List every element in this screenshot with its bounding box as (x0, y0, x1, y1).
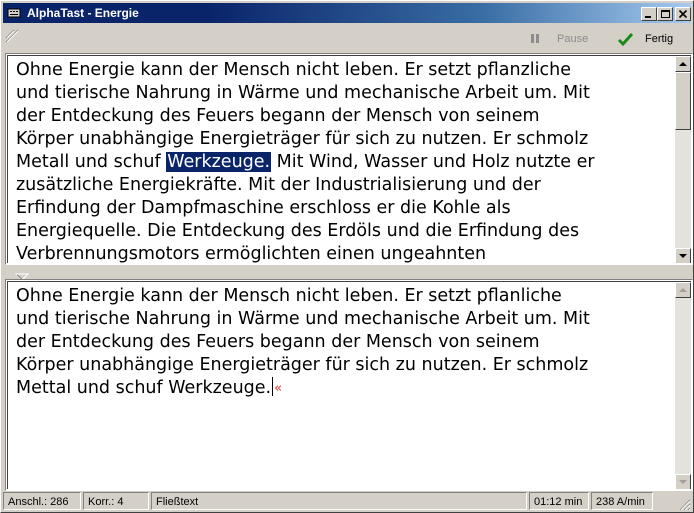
typed-line: und tierische Nahrung in Wärme und mecha… (16, 309, 590, 329)
text-cursor (272, 377, 274, 396)
elapsed-time: 01:12 min (529, 492, 589, 510)
vertical-scrollbar[interactable] (675, 56, 691, 263)
text-mode: Fließtext (151, 492, 527, 510)
checkmark-icon (617, 32, 635, 51)
typed-text: Ohne Energie kann der Mensch nicht leben… (16, 285, 676, 400)
pause-label: Pause (557, 33, 589, 45)
toolbar: Pause Fertig (3, 25, 691, 53)
resize-grip-icon[interactable] (677, 497, 691, 511)
maximize-button[interactable] (657, 7, 673, 21)
pane-splitter[interactable] (5, 265, 691, 281)
strokes-count: Anschl.: 286 (3, 492, 81, 510)
app-window: AlphaTast - Energie Pause Fertig Ohne En… (0, 0, 694, 513)
status-bar: Anschl.: 286 Korr.: 4 Fließtext 01:12 mi… (3, 491, 691, 511)
toolbar-grip-icon (5, 29, 19, 43)
pause-icon (529, 32, 541, 49)
scroll-down-button[interactable] (675, 248, 691, 263)
close-button[interactable] (675, 7, 691, 21)
reference-text-pane[interactable]: Ohne Energie kann der Mensch nicht leben… (5, 53, 693, 265)
scroll-down-button (675, 474, 691, 489)
text-line: Metall und schuf Werkzeuge. Mit Wind, Wa… (16, 152, 595, 172)
text-line: Ohne Energie kann der Mensch nicht leben… (16, 60, 571, 80)
vertical-scrollbar-disabled (675, 282, 691, 489)
text-line: Erfindung der Dampfmaschine erschloss er… (16, 198, 511, 218)
typed-line: der Entdeckung des Feuers begann der Men… (16, 332, 540, 352)
reference-text: Ohne Energie kann der Mensch nicht leben… (16, 59, 676, 263)
scroll-up-button (675, 282, 691, 298)
typing-input-pane[interactable]: Ohne Energie kann der Mensch nicht leben… (5, 279, 693, 491)
text-line: und tierische Nahrung in Wärme und mecha… (16, 83, 590, 103)
scrollbar-thumb[interactable] (675, 72, 691, 130)
window-title: AlphaTast - Energie (27, 6, 139, 20)
error-marker: « (274, 381, 283, 396)
typed-line-current: Mettal und schuf Werkzeuge. « (16, 377, 283, 398)
scroll-up-button[interactable] (675, 56, 691, 72)
typed-line: Ohne Energie kann der Mensch nicht leben… (16, 286, 562, 306)
text-line: der Entdeckung des Feuers begann der Men… (16, 106, 540, 126)
text-line: zusätzliche Energiekräfte. Mit der Indus… (16, 175, 541, 195)
typing-speed: 238 A/min (591, 492, 653, 510)
corrections-count: Korr.: 4 (83, 492, 149, 510)
title-bar[interactable]: AlphaTast - Energie (3, 3, 691, 23)
text-line: Verbrennungsmotors ermöglichten einen un… (16, 244, 487, 263)
text-line: Körper unabhängige Energieträger für sic… (16, 129, 589, 149)
text-line: Energiequelle. Die Entdeckung des Erdöls… (16, 221, 580, 241)
current-word-highlight: Werkzeuge. (166, 152, 272, 172)
keyboard-icon (7, 6, 21, 19)
typed-line: Körper unabhängige Energieträger für sic… (16, 355, 589, 375)
done-label: Fertig (645, 33, 674, 45)
minimize-button[interactable] (641, 7, 657, 21)
